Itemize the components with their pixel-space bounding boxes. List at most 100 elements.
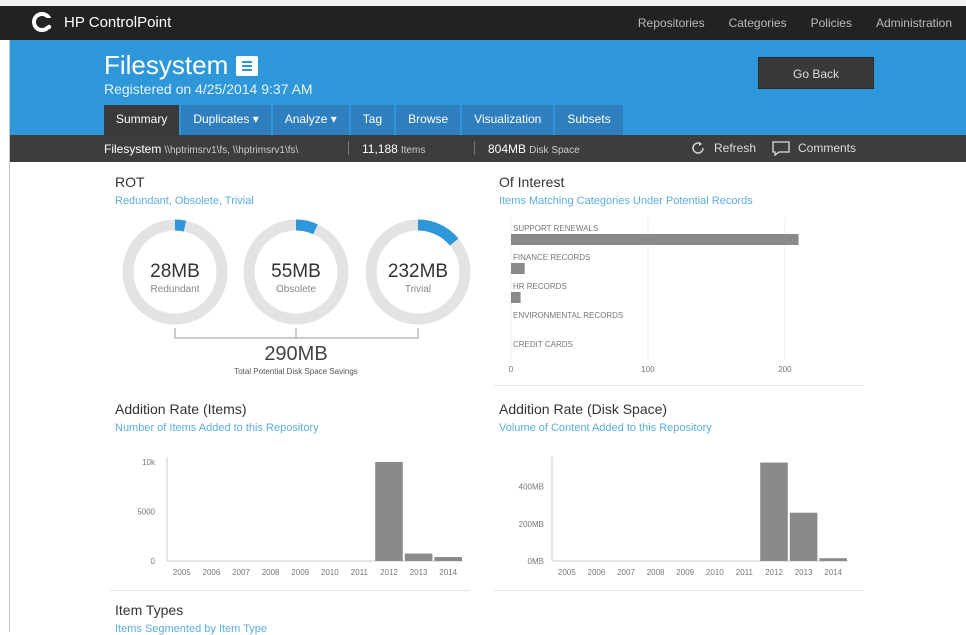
tab-duplicates[interactable]: Duplicates ▾ — [181, 105, 271, 135]
go-back-button[interactable]: Go Back — [758, 57, 874, 89]
menu-icon[interactable] — [236, 56, 258, 76]
x-tick-label: 2011 — [351, 568, 369, 577]
rate-items-chart: 0 5000 10k 2005 2006 2007 2008 2009 2010 2011 2012… — [137, 457, 463, 577]
tab-tag[interactable]: Tag — [350, 105, 395, 135]
tab-analyze[interactable]: Analyze ▾ — [272, 105, 349, 135]
left-edge — [0, 40, 10, 632]
bar — [375, 461, 403, 561]
bar — [760, 462, 788, 561]
controlpoint-logo-icon — [32, 11, 54, 33]
x-tick-label: 2005 — [173, 568, 191, 577]
donut-arc-trivial — [417, 219, 459, 246]
bar — [511, 234, 799, 245]
x-tick-label: 2010 — [706, 568, 724, 577]
bar — [511, 263, 525, 274]
of-interest-title: Of Interest — [499, 174, 565, 190]
tab-visualization[interactable]: Visualization — [462, 105, 554, 135]
category-label: CREDIT CARDS — [513, 340, 573, 349]
bar — [819, 558, 847, 561]
rot-subtitle: Redundant, Obsolete, Trivial — [115, 195, 254, 207]
rot-donuts: 28MB Redundant 55MB Obsolete 232MB Trivi… — [122, 219, 471, 376]
refresh-icon — [692, 142, 704, 154]
x-tick-label: 2014 — [824, 568, 842, 577]
rate-disk-chart: 0MB 200MB 400MB 2005 2006 2007 2008 2009 2010 201… — [519, 457, 848, 577]
donut-arc-redundant — [174, 219, 187, 232]
x-tick-label: 2008 — [262, 568, 280, 577]
donut-label: Trivial — [405, 284, 431, 295]
brand[interactable]: HP ControlPoint — [32, 11, 171, 33]
x-tick-label: 200 — [778, 365, 792, 374]
top-nav-bar: HP ControlPoint Repositories Categories … — [0, 0, 966, 40]
items-count: 11,188 — [362, 142, 398, 156]
rot-title: ROT — [115, 174, 145, 190]
donut-label: Redundant — [151, 284, 200, 295]
disk-space-label: Disk Space — [529, 145, 580, 156]
x-tick-label: 2005 — [558, 568, 576, 577]
rate-items-subtitle: Number of Items Added to this Repository — [115, 422, 319, 434]
info-separator — [348, 141, 349, 155]
rate-items-title: Addition Rate (Items) — [115, 401, 247, 417]
repo-name: Filesystem — [104, 142, 162, 156]
tab-bar: Summary Duplicates ▾ Analyze ▾ Tag Brows… — [104, 105, 625, 135]
bar — [434, 557, 462, 561]
donut-value: 232MB — [388, 261, 448, 282]
category-label: ENVIRONMENTAL RECORDS — [513, 311, 623, 320]
comments-label: Comments — [798, 141, 857, 155]
y-tick-label: 5000 — [137, 507, 155, 516]
donut-value: 55MB — [271, 261, 321, 282]
item-types-subtitle: Items Segmented by Item Type — [115, 623, 268, 635]
donut-trivial[interactable]: 232MB Trivial — [365, 219, 471, 325]
brand-name: HP ControlPoint — [64, 13, 172, 31]
y-tick-label: 200MB — [519, 520, 544, 529]
x-tick-label: 2009 — [676, 568, 694, 577]
y-tick-label: 10k — [142, 458, 156, 467]
x-tick-label: 2006 — [203, 568, 221, 577]
category-label: HR RECORDS — [513, 282, 567, 291]
x-tick-label: 2011 — [736, 568, 754, 577]
donut-arc-obsolete — [295, 219, 318, 235]
tab-summary[interactable]: Summary — [104, 105, 180, 135]
nav-administration[interactable]: Administration — [876, 16, 952, 30]
y-tick-label: 0MB — [528, 557, 544, 566]
bar — [511, 292, 521, 303]
x-tick-label: 0 — [509, 365, 514, 374]
item-types-title: Item Types — [115, 602, 184, 618]
x-tick-label: 2013 — [410, 568, 428, 577]
repository-info-bar: Filesystem \\hptrimsrv1\fs, \\hptrimsrv1… — [10, 135, 966, 162]
rate-disk-subtitle: Volume of Content Added to this Reposito… — [499, 422, 712, 434]
bar — [789, 512, 818, 561]
donut-obsolete[interactable]: 55MB Obsolete — [243, 219, 349, 325]
tab-browse[interactable]: Browse — [396, 105, 461, 135]
donut-redundant[interactable]: 28MB Redundant — [122, 219, 228, 325]
x-tick-label: 2014 — [439, 568, 457, 577]
total-savings-value: 290MB — [264, 343, 327, 365]
x-tick-label: 2010 — [321, 568, 339, 577]
nav-policies[interactable]: Policies — [811, 16, 852, 30]
x-tick-label: 2008 — [647, 568, 665, 577]
comments-button[interactable]: Comments — [772, 140, 856, 156]
x-tick-label: 2012 — [765, 568, 783, 577]
x-tick-label: 2013 — [795, 568, 813, 577]
top-nav: Repositories Categories Policies Adminis… — [638, 16, 952, 30]
tab-subsets[interactable]: Subsets — [555, 105, 623, 135]
category-label: FINANCE RECORDS — [513, 253, 590, 262]
rate-disk-title: Addition Rate (Disk Space) — [499, 401, 668, 417]
of-interest-subtitle: Items Matching Categories Under Potentia… — [499, 195, 753, 207]
nav-categories[interactable]: Categories — [729, 16, 787, 30]
category-label: SUPPORT RENEWALS — [513, 224, 598, 233]
page-title: Filesystem — [104, 50, 229, 80]
refresh-button[interactable]: Refresh — [690, 140, 756, 156]
section-divider — [494, 590, 864, 591]
x-tick-label: 2007 — [232, 568, 250, 577]
of-interest-chart: 0 100 200 SUPPORT RENEWALS FINANCE RECORDS HR… — [509, 217, 799, 374]
bar — [404, 553, 433, 561]
disk-space-value: 804MB — [488, 142, 527, 156]
section-divider — [494, 385, 864, 386]
x-tick-label: 2009 — [291, 568, 309, 577]
registered-date: Registered on 4/25/2014 9:37 AM — [104, 81, 313, 97]
donut-value: 28MB — [150, 261, 200, 282]
nav-repositories[interactable]: Repositories — [638, 16, 705, 30]
y-tick-label: 0 — [151, 557, 156, 566]
x-tick-label: 2007 — [617, 568, 635, 577]
section-divider — [110, 590, 470, 591]
